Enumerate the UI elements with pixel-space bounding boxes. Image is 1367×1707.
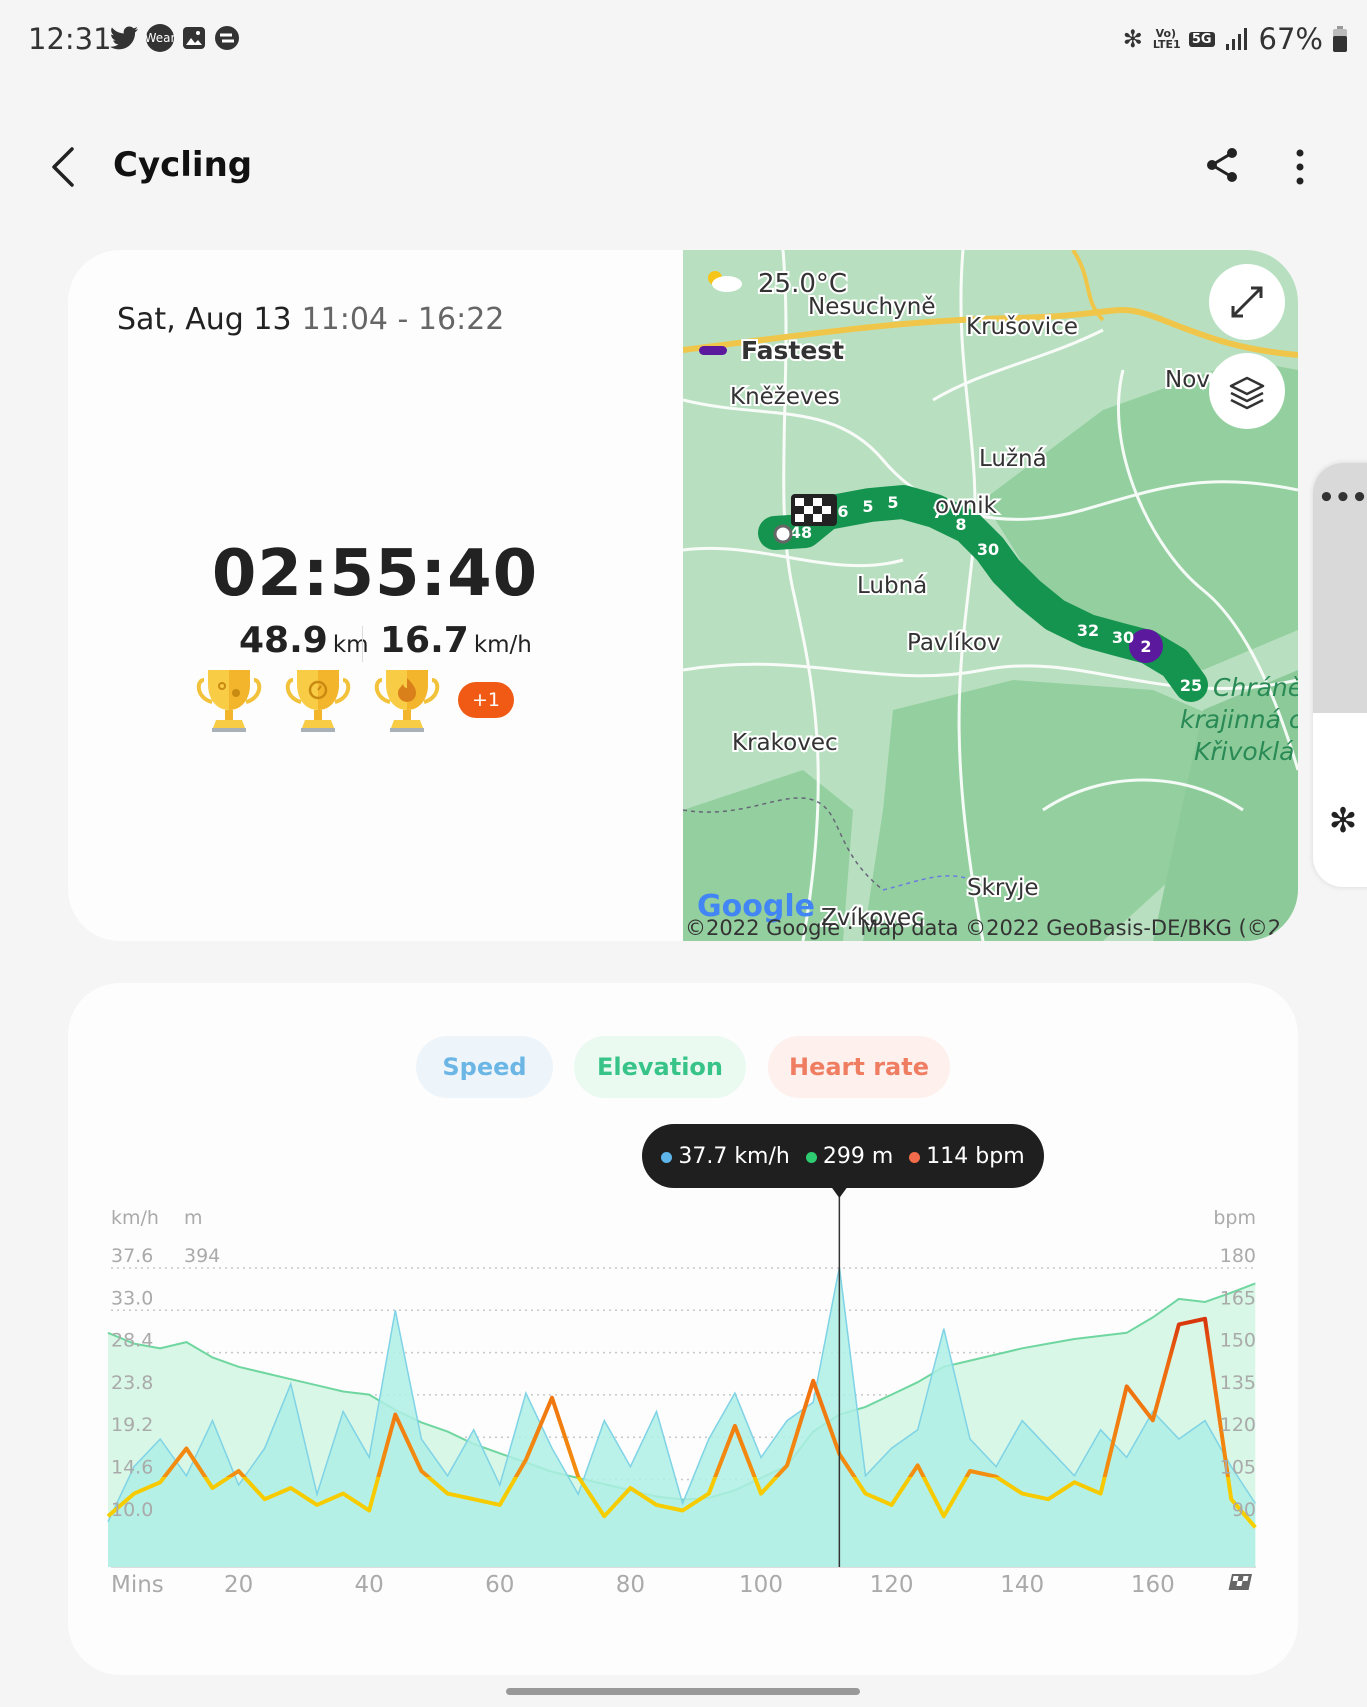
signal-icon [1225, 28, 1247, 50]
heart-rate-dot-icon [909, 1151, 921, 1163]
more-vertical-icon[interactable] [1292, 148, 1308, 186]
notification-icons: Wear [110, 24, 240, 52]
finish-flag-icon [791, 494, 837, 526]
gallery-icon [183, 27, 205, 49]
chart-tooltip: 37.7 km/h 299 m 114 bpm [642, 1124, 1044, 1188]
workout-date: Sat, Aug 13 11:04 - 16:22 [117, 302, 504, 337]
map-place: ovnik [935, 493, 998, 519]
network-5g-indicator: 5G [1188, 31, 1215, 47]
park-label-line: Chráně [1213, 673, 1298, 702]
map-place: Krakovec [732, 730, 838, 756]
stat-divider [362, 626, 363, 662]
distance-stat: 48.9 km [239, 620, 369, 661]
map-place: Pavlíkov [907, 630, 1001, 656]
trophies[interactable] [196, 666, 456, 738]
map-place: Lužná [979, 446, 1047, 472]
route-marker: 5 [887, 493, 898, 512]
duration-trophy-icon[interactable] [285, 668, 351, 734]
system-status: ✻ Vo) LTE1 5G 67% [1123, 22, 1347, 56]
status-time: 12:31 [28, 22, 112, 56]
route-marker: 6 [837, 502, 848, 521]
route-marker: 25 [1180, 676, 1202, 695]
map-place: Skryje [967, 875, 1039, 901]
route-marker: 5 [862, 497, 873, 516]
park-label-line: krajinná o [1180, 705, 1298, 734]
tooltip-elevation-value: 299 m [822, 1143, 894, 1169]
more-trophies-badge[interactable]: +1 [458, 682, 514, 718]
route-marker: 30 [977, 540, 999, 559]
map-copyright: ©2022 Google · Map data ©2022 GeoBasis-D… [685, 916, 1281, 940]
speed-dot-icon [661, 1151, 673, 1163]
tooltip-speed-value: 37.7 km/h [678, 1143, 790, 1169]
distance-value: 48.9 [239, 620, 328, 661]
map-place: Kněževes [730, 384, 840, 410]
avg-speed-stat: 16.7 km/h [380, 620, 532, 661]
tab-speed[interactable]: Speed [416, 1036, 553, 1098]
edge-panel-more-icon[interactable]: ••• [1313, 463, 1367, 713]
map-place: Nesuchyně [808, 294, 935, 320]
start-point-icon [773, 524, 793, 544]
elevation-dot-icon [805, 1151, 817, 1163]
calories-trophy-icon[interactable] [374, 668, 440, 734]
distance-trophy-icon[interactable] [196, 668, 262, 734]
map-layers-button[interactable] [1209, 353, 1285, 429]
distance-unit: km [332, 632, 369, 658]
share-icon[interactable] [1204, 146, 1240, 184]
tab-elevation[interactable]: Elevation [574, 1036, 746, 1098]
map-place: Krušovice [966, 314, 1078, 340]
twitter-icon [110, 26, 138, 50]
map-place: Lubná [857, 573, 927, 599]
page-title: Cycling [113, 145, 253, 185]
tooltip-heart-rate: 114 bpm [909, 1143, 1025, 1169]
tooltip-elevation: 299 m [805, 1143, 894, 1169]
bluetooth-icon: ✻ [1122, 25, 1143, 53]
park-label-line: Křivoklá [1194, 737, 1294, 766]
wear-icon: Wear [145, 24, 175, 52]
fastest-legend-label: Fastest [741, 336, 844, 365]
route-marker: 32 [1077, 621, 1099, 640]
tab-heart-rate[interactable]: Heart rate [768, 1036, 950, 1098]
bluetooth-icon[interactable]: ✻ [1313, 801, 1367, 841]
workout-duration: 02:55:40 [211, 537, 539, 611]
home-indicator[interactable] [506, 1688, 860, 1695]
edge-panel[interactable]: ••• ✻ [1313, 463, 1367, 887]
back-button[interactable] [48, 146, 78, 188]
speed-value: 16.7 [380, 620, 469, 661]
time-range: 11:04 - 16:22 [301, 302, 505, 337]
route-marker: 30 [1112, 628, 1134, 647]
volte-indicator: Vo) LTE1 [1152, 27, 1181, 51]
expand-map-button[interactable] [1209, 264, 1285, 340]
map-canvas[interactable]: 48 6 5 5 7 8 30 32 30 2 25 25.0°C Fastes… [683, 250, 1298, 941]
sync-app-icon [215, 26, 239, 50]
battery-percent: 67% [1258, 22, 1323, 56]
tooltip-speed: 37.7 km/h [661, 1144, 790, 1169]
speed-unit: km/h [473, 632, 532, 658]
tooltip-heart-rate-value: 114 bpm [926, 1143, 1025, 1169]
date-text: Sat, Aug 13 [117, 302, 292, 337]
route-map[interactable]: 48 6 5 5 7 8 30 32 30 2 25 25.0°C Fastes… [683, 250, 1298, 941]
fastest-legend-icon [699, 346, 727, 355]
route-marker: 2 [1140, 637, 1151, 656]
battery-icon [1333, 26, 1347, 52]
